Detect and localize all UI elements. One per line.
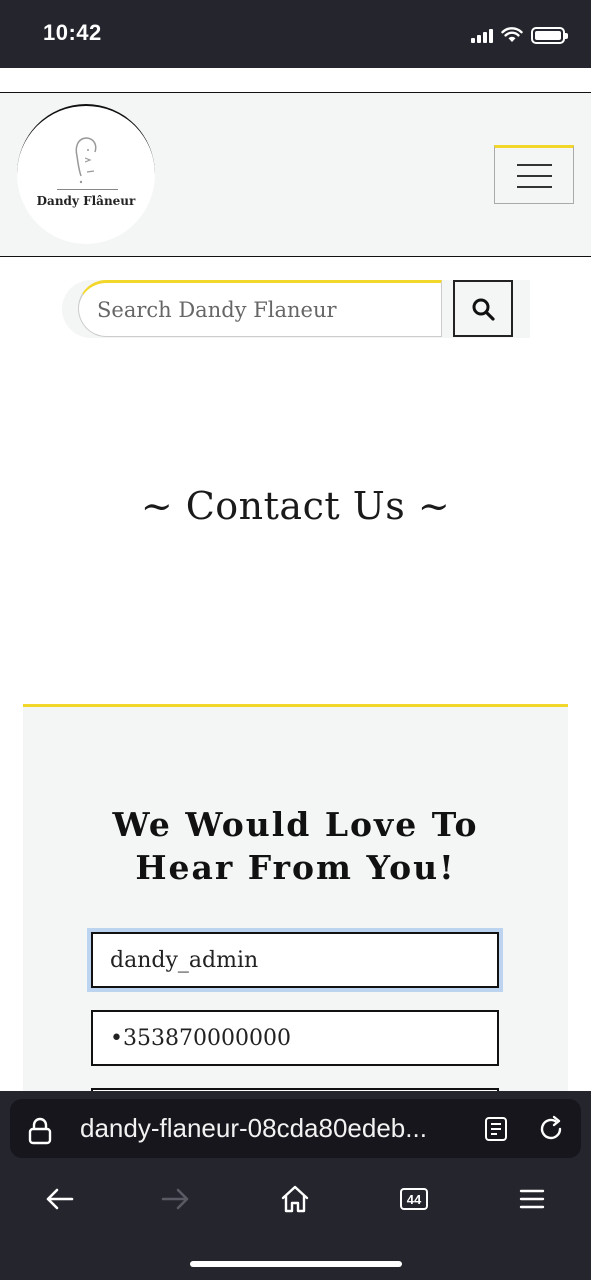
- phone-field[interactable]: [91, 1010, 499, 1066]
- name-field[interactable]: [91, 932, 499, 988]
- home-icon: [281, 1185, 309, 1213]
- address-bar[interactable]: dandy-flaneur-08cda80edeb...: [10, 1099, 581, 1158]
- cellular-signal-icon: [471, 27, 493, 43]
- forward-button[interactable]: [156, 1181, 196, 1217]
- logo-text: Dandy Flâneur: [36, 194, 136, 208]
- site-logo[interactable]: Dandy Flâneur: [17, 104, 155, 244]
- battery-icon: [531, 26, 568, 44]
- back-arrow-icon: [46, 1188, 74, 1210]
- url-text[interactable]: dandy-flaneur-08cda80edeb...: [80, 1113, 470, 1144]
- tabs-button[interactable]: 44: [394, 1181, 434, 1217]
- page-title: ~ Contact Us ~: [140, 484, 451, 528]
- search-button[interactable]: [453, 280, 513, 337]
- wifi-icon: [501, 27, 523, 42]
- search-icon: [472, 298, 495, 321]
- reload-icon[interactable]: [537, 1115, 565, 1143]
- face-sketch-icon: [75, 137, 97, 184]
- hamburger-menu-button[interactable]: [494, 145, 574, 204]
- forward-arrow-icon: [161, 1188, 189, 1210]
- search-input[interactable]: [78, 280, 442, 337]
- browser-toolbar: dandy-flaneur-08cda80edeb... 44: [0, 1091, 591, 1280]
- menu-icon: [519, 1189, 545, 1209]
- site-header: Dandy Flâneur: [0, 92, 591, 257]
- logo-divider: [57, 189, 118, 190]
- status-bar: 10:42: [0, 0, 591, 68]
- lock-icon: [28, 1117, 52, 1145]
- browser-nav-row: 44: [0, 1181, 591, 1217]
- contact-heading-line1: We Would Love To: [112, 805, 479, 844]
- reader-mode-icon[interactable]: [484, 1116, 508, 1142]
- back-button[interactable]: [39, 1181, 79, 1217]
- contact-heading: We Would Love To Hear From You!: [23, 803, 568, 889]
- browser-menu-button[interactable]: [512, 1181, 552, 1217]
- home-indicator[interactable]: [190, 1261, 402, 1267]
- hamburger-menu-icon: [516, 163, 552, 166]
- contact-heading-line2: Hear From You!: [135, 848, 456, 887]
- contact-section: We Would Love To Hear From You!: [23, 704, 568, 1144]
- home-button[interactable]: [275, 1181, 315, 1217]
- status-time: 10:42: [43, 20, 102, 45]
- status-icons: [471, 26, 568, 44]
- tab-count: 44: [406, 1191, 422, 1207]
